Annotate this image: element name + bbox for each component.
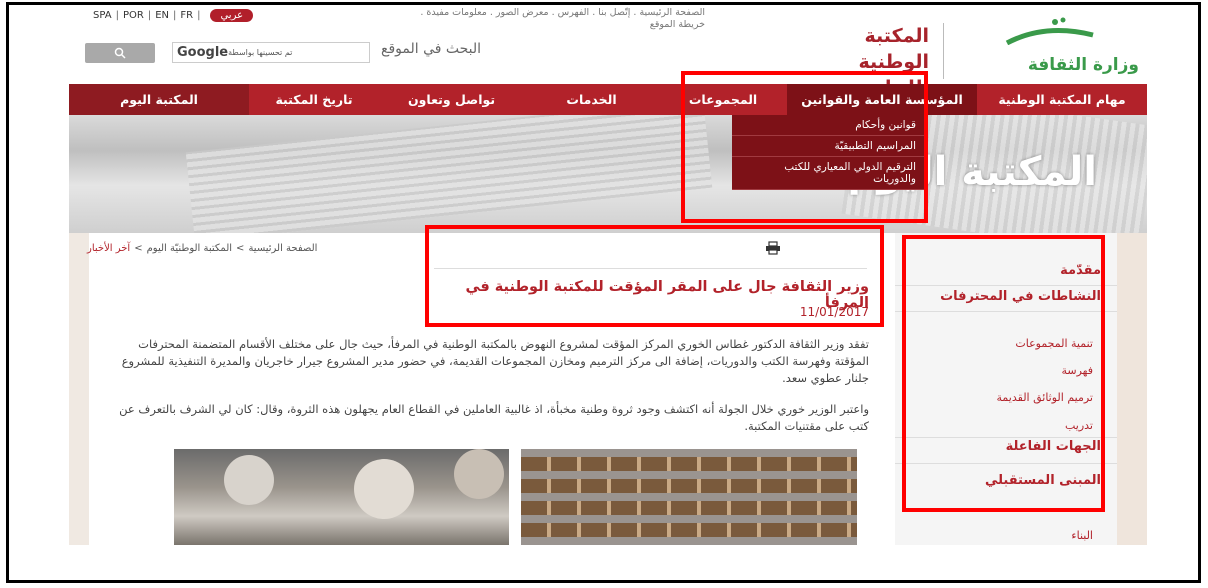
breadcrumb-parent[interactable]: المكتبة الوطنيّة اليوم xyxy=(147,243,232,254)
search-label: البحث في الموقع xyxy=(381,41,482,57)
ministry-swoosh-icon xyxy=(1005,17,1094,45)
dropdown-item-decrees[interactable]: المراسيم التطبيقيّة xyxy=(732,136,924,157)
nav-dropdown-menu: قوانين وأحكام المراسيم التطبيقيّة الترقي… xyxy=(732,115,924,190)
left-background xyxy=(69,233,89,545)
dropdown-item-isbn-issn[interactable]: الترقيم الدولي المعياري للكتب والدوريات xyxy=(732,157,924,190)
nav-library-history[interactable]: تاريخ المكتبة xyxy=(249,84,379,115)
article-date: 11/01/2017 xyxy=(799,305,869,319)
main-nav: مهام المكتبة الوطنية المؤسسة العامة والق… xyxy=(69,84,1147,115)
lang-en[interactable]: EN xyxy=(155,10,169,21)
language-bar: SPA | POR | EN | FR | عربي xyxy=(93,9,254,22)
web-page: SPA | POR | EN | FR | عربي الصفحة الرئيسية .… xyxy=(69,5,1147,545)
sitemap-link[interactable]: خريطة الموقع xyxy=(305,19,705,31)
page-banner: المكتبة اليوم xyxy=(69,115,1147,233)
ministry-name: وزارة الثقافة xyxy=(1027,55,1139,75)
utility-links-line1[interactable]: الصفحة الرئيسية . إتّصل بنا . الفهرس . م… xyxy=(305,7,705,19)
nav-services[interactable]: الخدمات xyxy=(524,84,659,115)
search-placeholder-prefix: تم تحسينها بواسطة xyxy=(228,48,293,57)
sidebar-training[interactable]: تدريب xyxy=(1065,419,1093,432)
sidebar-actors[interactable]: الجهات الفاعلة xyxy=(1006,439,1101,454)
screenshot-frame: SPA | POR | EN | FR | عربي الصفحة الرئيسية .… xyxy=(6,2,1201,583)
nav-collections[interactable]: المجموعات xyxy=(659,84,787,115)
article-photo-archives[interactable] xyxy=(521,449,857,545)
right-background xyxy=(1117,233,1147,545)
nav-public-institution-laws[interactable]: المؤسسة العامة والقوانين xyxy=(787,84,977,115)
sidebar-intro[interactable]: مقدّمة xyxy=(1060,263,1101,278)
article-paragraph-2: واعتبر الوزير خوري خلال الجولة أنه اكتشف… xyxy=(119,402,869,433)
lang-por[interactable]: POR xyxy=(123,10,144,21)
nav-library-today[interactable]: المكتبة اليوم xyxy=(69,84,249,115)
sidebar: مقدّمة النشاطات في المحترفات تنمية المجم… xyxy=(895,233,1117,545)
search-input[interactable]: تم تحسينها بواسطة Google xyxy=(172,42,370,63)
print-icon[interactable] xyxy=(765,241,781,255)
utility-links[interactable]: الصفحة الرئيسية . إتّصل بنا . الفهرس . م… xyxy=(305,7,705,31)
sidebar-collection-development[interactable]: تنمية المجموعات xyxy=(1015,337,1093,350)
sidebar-cataloguing[interactable]: فهرسة xyxy=(1061,364,1093,377)
search-icon xyxy=(114,47,126,59)
sidebar-workshops[interactable]: النشاطات في المحترفات xyxy=(940,289,1101,304)
lang-spa[interactable]: SPA xyxy=(93,10,112,21)
lang-fr[interactable]: FR xyxy=(180,10,193,21)
library-name-line1: المكتبة الوطنية xyxy=(858,25,930,73)
dropdown-item-laws[interactable]: قوانين وأحكام xyxy=(732,115,924,136)
search-button[interactable] xyxy=(85,43,155,63)
sidebar-restoration[interactable]: ترميم الوثائق القديمة xyxy=(997,391,1093,404)
logo-divider xyxy=(943,23,944,79)
nav-library-missions[interactable]: مهام المكتبة الوطنية xyxy=(977,84,1147,115)
breadcrumb-current[interactable]: آخر الأخبار xyxy=(87,243,130,254)
ministry-logo[interactable]: وزارة الثقافة xyxy=(961,17,1141,79)
sidebar-future-building[interactable]: المبنى المستقبلي xyxy=(985,473,1101,488)
sidebar-construction[interactable]: البناء xyxy=(1071,529,1093,542)
article-body: تفقد وزير الثقافة الدكتور غطاس الخوري ال… xyxy=(109,336,869,449)
arabic-language-button[interactable]: عربي xyxy=(210,9,254,22)
article-photo-visit[interactable] xyxy=(174,449,509,545)
banner-newspaper-image xyxy=(185,115,713,233)
nav-communication-cooperation[interactable]: تواصل وتعاون xyxy=(379,84,524,115)
article-paragraph-1: تفقد وزير الثقافة الدكتور غطاس الخوري ال… xyxy=(121,337,869,385)
breadcrumb-home[interactable]: الصفحة الرئيسية xyxy=(248,243,317,254)
breadcrumb: الصفحة الرئيسية>المكتبة الوطنيّة اليوم>آ… xyxy=(87,243,318,254)
search-placeholder-brand: Google xyxy=(177,45,229,60)
article-divider xyxy=(434,268,867,269)
